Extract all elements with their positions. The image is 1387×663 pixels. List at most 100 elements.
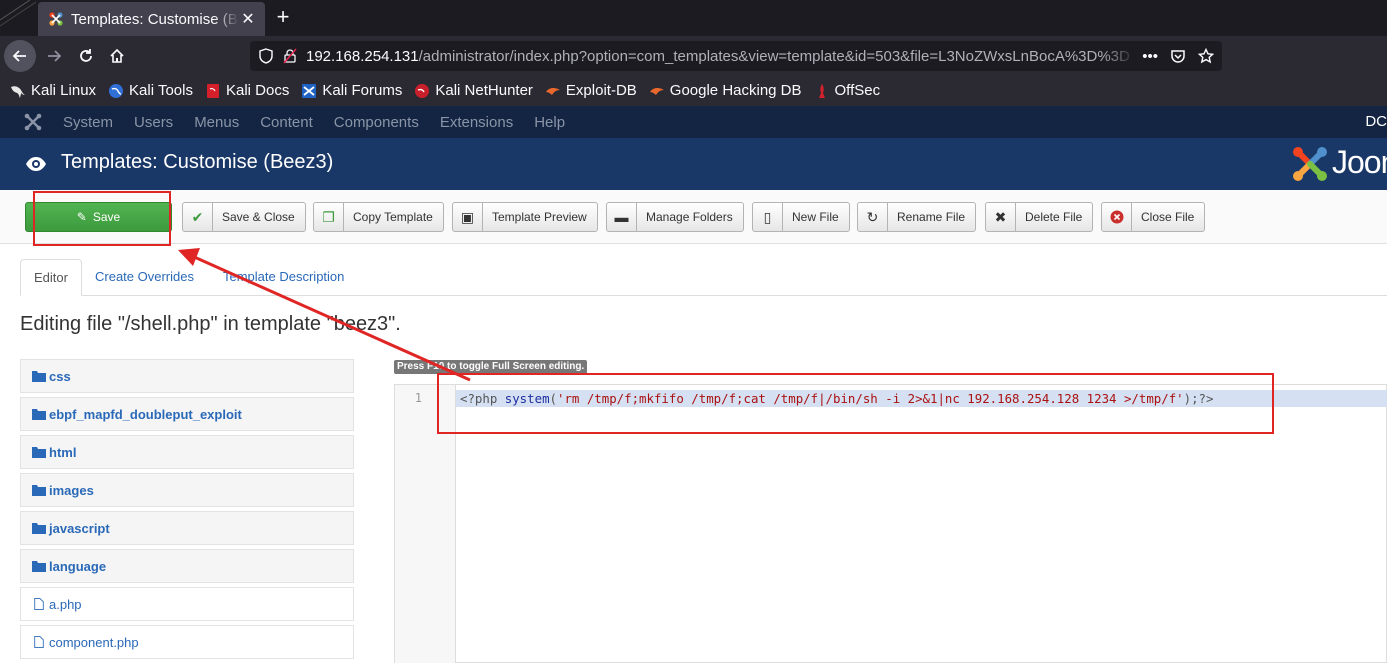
bookmark-kali-tools[interactable]: Kali Tools [108, 82, 193, 99]
bookmark-offsec[interactable]: OffSec [814, 82, 881, 99]
file-component-php[interactable]: component.php [20, 625, 354, 659]
bookmarks-toolbar: Kali Linux Kali Tools Kali Docs Kali For… [0, 75, 1387, 106]
close-file-button[interactable]: Close File [1101, 202, 1206, 232]
template-tabs: Editor Create Overrides Template Descrip… [20, 259, 1387, 296]
url-text[interactable]: 192.168.254.131/administrator/index.php?… [306, 48, 1136, 65]
folder-html[interactable]: html [20, 435, 354, 469]
page-header: Templates: Customise (Beez3) Joomla [0, 138, 1387, 190]
shield-icon[interactable] [258, 48, 274, 64]
kali-forums-icon [302, 83, 317, 98]
new-file-label: New File [792, 210, 839, 224]
browser-tab-strip: Templates: Customise (Beez3) - Kali Admi… [0, 0, 1387, 36]
bookmark-label: Kali Linux [31, 82, 97, 99]
bookmark-google-hacking-db[interactable]: Google Hacking DB [649, 82, 802, 99]
folder-language[interactable]: language [20, 549, 354, 583]
menu-system[interactable]: System [63, 114, 113, 131]
window-corner-decoration [0, 0, 36, 27]
reload-icon [80, 49, 92, 62]
forward-button[interactable] [38, 40, 70, 72]
url-path: /administrator/index.php?option=com_temp… [418, 47, 1130, 65]
bookmark-label: Kali Tools [129, 82, 193, 99]
image-icon: ▣ [453, 203, 483, 231]
save-close-label: Save & Close [222, 210, 295, 224]
folder-icon [32, 409, 46, 420]
tab-template-description[interactable]: Template Description [210, 259, 357, 296]
delete-file-button[interactable]: ✖ Delete File [985, 202, 1094, 232]
tree-item-label: images [49, 482, 94, 498]
template-preview-button[interactable]: ▣ Template Preview [452, 202, 598, 232]
new-file-button[interactable]: ▯ New File [752, 202, 850, 232]
pocket-icon[interactable] [1170, 48, 1186, 64]
annotation-box-save [33, 191, 171, 246]
home-button[interactable] [101, 40, 133, 72]
reload-button[interactable] [70, 40, 102, 72]
folder-images[interactable]: images [20, 473, 354, 507]
tree-item-label: a.php [49, 596, 82, 612]
bookmark-kali-nethunter[interactable]: Kali NetHunter [414, 82, 533, 99]
tab-create-overrides[interactable]: Create Overrides [82, 259, 207, 296]
folder-icon [32, 523, 46, 534]
joomla-menu-logo-icon[interactable] [23, 112, 43, 132]
folder-ebpf-exploit[interactable]: ebpf_mapfd_doubleput_exploit [20, 397, 354, 431]
tree-item-label: html [49, 444, 77, 460]
editing-file-title: Editing file "/shell.php" in template "b… [20, 313, 401, 335]
bookmark-label: Kali Docs [225, 82, 290, 99]
tab-close-icon[interactable]: ✕ [239, 9, 257, 29]
tree-item-label: language [49, 558, 107, 574]
bookmark-label: Exploit-DB [565, 82, 637, 99]
bookmark-star-icon[interactable] [1198, 48, 1214, 64]
bookmark-kali-docs[interactable]: Kali Docs [205, 82, 289, 99]
file-a-php[interactable]: a.php [20, 587, 354, 621]
joomla-brand-text: Joomla [1332, 144, 1387, 180]
kali-nethunter-icon [415, 83, 430, 98]
new-tab-button[interactable]: + [270, 5, 296, 31]
refresh-icon: ↻ [858, 203, 888, 231]
url-host: 192.168.254.131 [306, 47, 419, 65]
user-menu[interactable]: DC [1365, 106, 1387, 138]
tab-editor[interactable]: Editor [20, 259, 82, 296]
copy-template-button[interactable]: ❐ Copy Template [313, 202, 444, 232]
url-bar[interactable]: 192.168.254.131/administrator/index.php?… [250, 41, 1222, 71]
arrow-right-icon [48, 50, 62, 62]
bookmark-exploit-db[interactable]: Exploit-DB [545, 82, 637, 99]
tab-title: Templates: Customise (Beez3) - Kali Admi… [71, 10, 239, 28]
page-title: Templates: Customise (Beez3) [61, 151, 334, 173]
joomla-logo-icon [1293, 147, 1327, 181]
admin-top-menu: System Users Menus Content Components Ex… [0, 106, 1387, 138]
file-tree: css ebpf_mapfd_doubleput_exploit html im… [20, 359, 354, 663]
exploit-db-icon [545, 87, 560, 95]
file-icon [34, 598, 44, 610]
rename-file-button[interactable]: ↻ Rename File [857, 202, 977, 232]
folder-css[interactable]: css [20, 359, 354, 393]
copy-template-label: Copy Template [353, 210, 433, 224]
tree-item-label: css [49, 368, 71, 384]
menu-content[interactable]: Content [260, 114, 313, 131]
menu-components[interactable]: Components [334, 114, 419, 131]
url-bar-actions: ••• [1142, 41, 1214, 71]
eye-icon [26, 157, 46, 171]
ghdb-icon [649, 87, 664, 95]
bookmark-label: Google Hacking DB [669, 82, 802, 99]
arrow-left-icon [12, 50, 26, 62]
menu-extensions[interactable]: Extensions [440, 114, 513, 131]
bookmark-label: OffSec [834, 82, 881, 99]
bookmark-label: Kali NetHunter [435, 82, 533, 99]
save-close-button[interactable]: ✔ Save & Close [182, 202, 306, 232]
delete-file-label: Delete File [1025, 210, 1083, 224]
menu-users[interactable]: Users [134, 114, 173, 131]
menu-help[interactable]: Help [534, 114, 565, 131]
insecure-lock-icon[interactable] [282, 48, 298, 64]
folder-javascript[interactable]: javascript [20, 511, 354, 545]
back-button[interactable] [4, 40, 36, 72]
folder-icon [32, 561, 46, 572]
browser-tab-active[interactable]: Templates: Customise (Beez3) - Kali Admi… [38, 2, 265, 36]
kali-dragon-icon [11, 85, 25, 98]
bookmark-kali-forums[interactable]: Kali Forums [301, 82, 402, 99]
manage-folders-button[interactable]: ▬ Manage Folders [606, 202, 744, 232]
bookmark-kali-linux[interactable]: Kali Linux [10, 82, 96, 99]
page-actions-menu-icon[interactable]: ••• [1142, 48, 1158, 65]
kali-docs-icon [206, 83, 219, 98]
menu-menus[interactable]: Menus [194, 114, 239, 131]
check-icon: ✔ [183, 203, 213, 231]
browser-nav-bar: 192.168.254.131/administrator/index.php?… [0, 36, 1387, 97]
